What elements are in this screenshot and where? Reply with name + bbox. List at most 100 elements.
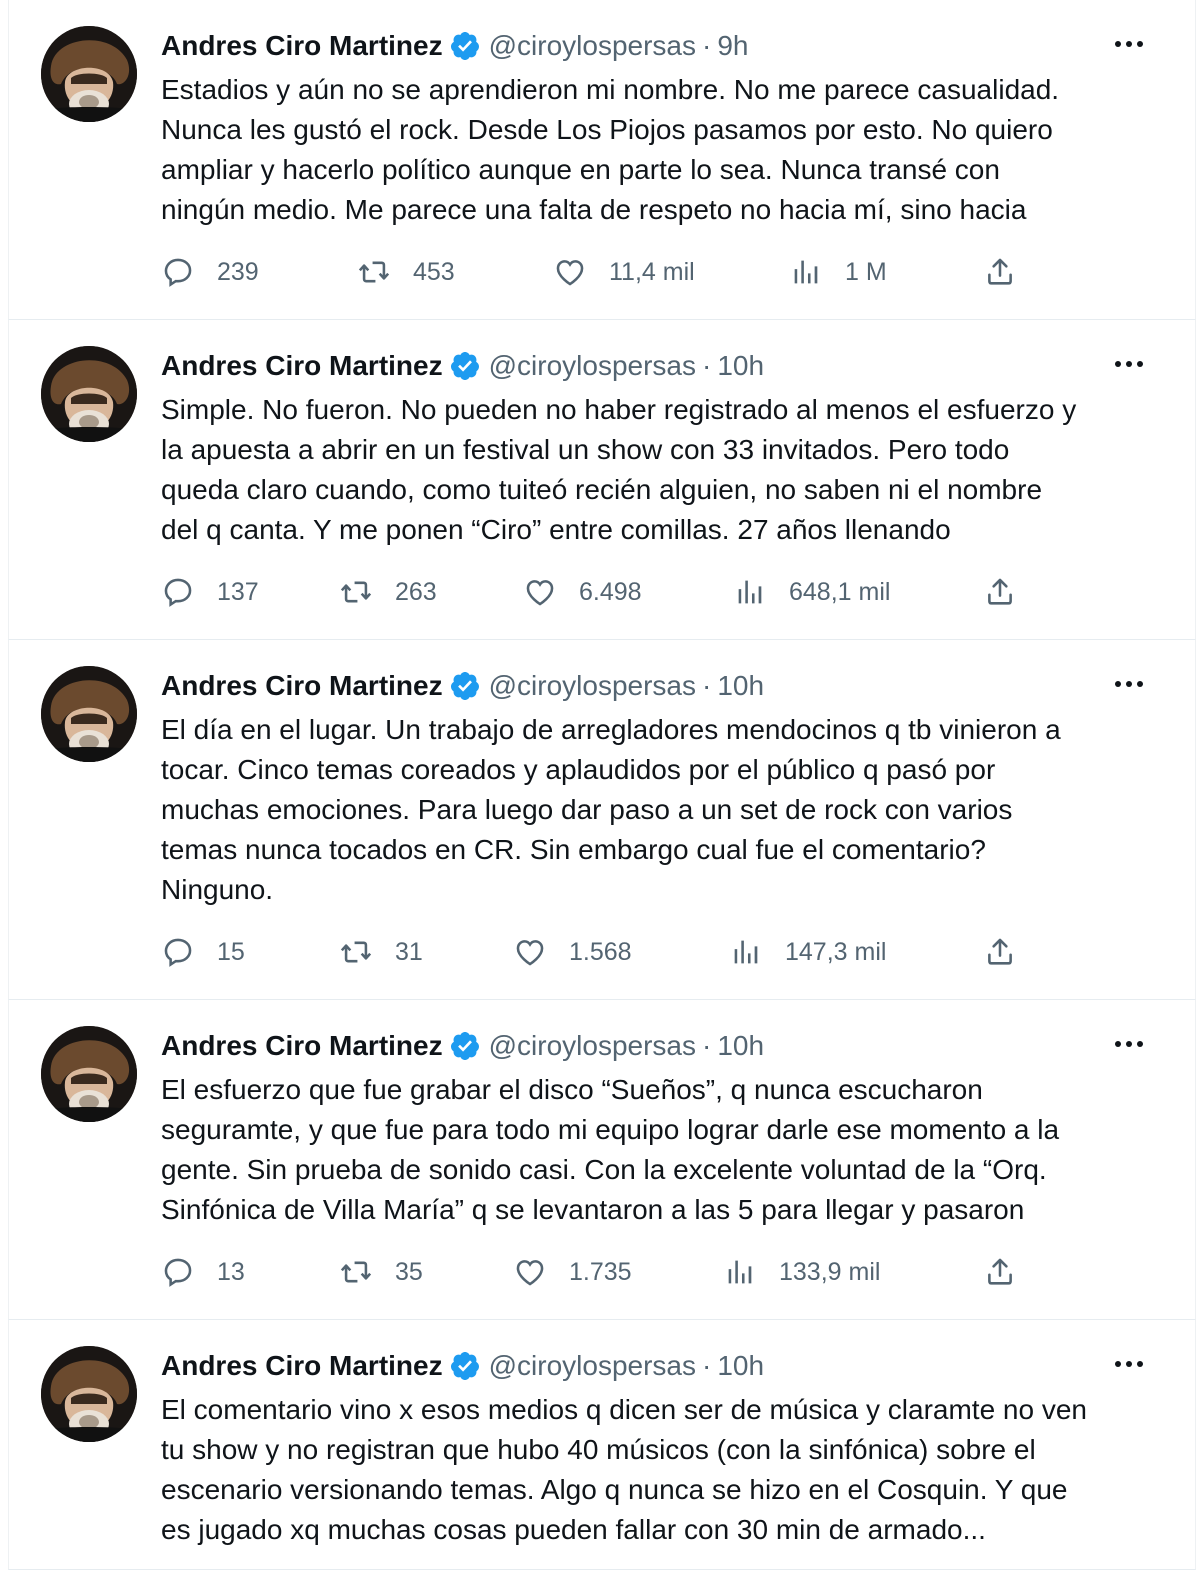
author-name[interactable]: Andres Ciro Martinez bbox=[161, 30, 443, 62]
timestamp[interactable]: 10h bbox=[717, 1350, 764, 1382]
retweet-button[interactable]: 263 bbox=[339, 572, 437, 612]
like-icon bbox=[513, 1255, 547, 1289]
tweet-header: Andres Ciro Martinez @ciroylospersas · 10h bbox=[161, 348, 1155, 384]
views-icon bbox=[789, 255, 823, 289]
reply-icon bbox=[161, 255, 195, 289]
avatar[interactable] bbox=[41, 666, 137, 762]
retweet-icon bbox=[357, 255, 391, 289]
replies-count: 137 bbox=[217, 577, 259, 606]
timestamp[interactable]: 10h bbox=[717, 670, 764, 702]
author-handle[interactable]: @ciroylospersas bbox=[489, 1350, 696, 1382]
tweet-header: Andres Ciro Martinez @ciroylospersas · 10h bbox=[161, 1348, 1155, 1384]
views-icon bbox=[723, 1255, 757, 1289]
more-icon[interactable] bbox=[1109, 664, 1149, 704]
verified-badge-icon bbox=[449, 350, 481, 382]
retweets-count: 263 bbox=[395, 577, 437, 606]
avatar[interactable] bbox=[41, 1026, 137, 1122]
more-icon[interactable] bbox=[1109, 1024, 1149, 1064]
replies-count: 239 bbox=[217, 257, 259, 286]
retweets-count: 453 bbox=[413, 257, 455, 286]
replies-count: 15 bbox=[217, 937, 245, 966]
views-button[interactable]: 133,9 mil bbox=[723, 1252, 880, 1292]
views-icon bbox=[729, 935, 763, 969]
views-button[interactable]: 147,3 mil bbox=[729, 932, 886, 972]
tweet-text: El comentario vino x esos medios q dicen… bbox=[161, 1394, 1087, 1545]
timestamp[interactable]: 9h bbox=[717, 30, 748, 62]
like-icon bbox=[513, 935, 547, 969]
share-button[interactable] bbox=[983, 932, 1017, 972]
verified-badge-icon bbox=[449, 30, 481, 62]
views-count: 147,3 mil bbox=[785, 937, 887, 966]
author-handle[interactable]: @ciroylospersas bbox=[489, 350, 696, 382]
avatar[interactable] bbox=[41, 26, 137, 122]
like-icon bbox=[553, 255, 587, 289]
separator: · bbox=[701, 350, 712, 381]
author-name[interactable]: Andres Ciro Martinez bbox=[161, 350, 443, 382]
reply-button[interactable]: 13 bbox=[161, 1252, 245, 1292]
reply-button[interactable]: 15 bbox=[161, 932, 245, 972]
tweet-header: Andres Ciro Martinez @ciroylospersas · 10h bbox=[161, 668, 1155, 704]
more-icon[interactable] bbox=[1109, 1344, 1149, 1384]
tweet-actions: 137 263 6.498 648,1 mil bbox=[161, 572, 1061, 612]
separator: · bbox=[701, 30, 712, 61]
views-button[interactable]: 1 M bbox=[789, 252, 887, 292]
author-name[interactable]: Andres Ciro Martinez bbox=[161, 1030, 443, 1062]
reply-button[interactable]: 239 bbox=[161, 252, 259, 292]
retweet-icon bbox=[339, 935, 373, 969]
retweet-icon bbox=[339, 1255, 373, 1289]
verified-badge-icon bbox=[449, 1350, 481, 1382]
share-icon bbox=[983, 255, 1017, 289]
tweet-header: Andres Ciro Martinez @ciroylospersas · 9h bbox=[161, 28, 1155, 64]
like-button[interactable]: 11,4 mil bbox=[553, 252, 695, 292]
retweets-count: 35 bbox=[395, 1257, 423, 1286]
like-button[interactable]: 1.735 bbox=[513, 1252, 632, 1292]
timestamp[interactable]: 10h bbox=[717, 350, 764, 382]
share-icon bbox=[983, 575, 1017, 609]
like-button[interactable]: 1.568 bbox=[513, 932, 632, 972]
retweets-count: 31 bbox=[395, 937, 423, 966]
views-count: 1 M bbox=[845, 257, 887, 286]
tweet-actions: 239 453 11,4 mil 1 M bbox=[161, 252, 1061, 292]
views-icon bbox=[733, 575, 767, 609]
views-count: 648,1 mil bbox=[789, 577, 891, 606]
reply-icon bbox=[161, 575, 195, 609]
retweet-button[interactable]: 35 bbox=[339, 1252, 423, 1292]
retweet-button[interactable]: 31 bbox=[339, 932, 423, 972]
likes-count: 11,4 mil bbox=[609, 257, 695, 286]
tweet[interactable]: Andres Ciro Martinez @ciroylospersas · 10h… bbox=[8, 1000, 1196, 1320]
reply-icon bbox=[161, 1255, 195, 1289]
author-handle[interactable]: @ciroylospersas bbox=[489, 30, 696, 62]
tweet-actions: 15 31 1.568 147,3 mil bbox=[161, 932, 1061, 972]
retweet-button[interactable]: 453 bbox=[357, 252, 455, 292]
tweet[interactable]: Andres Ciro Martinez @ciroylospersas · 10h… bbox=[8, 640, 1196, 1000]
share-icon bbox=[983, 1255, 1017, 1289]
verified-badge-icon bbox=[449, 670, 481, 702]
author-name[interactable]: Andres Ciro Martinez bbox=[161, 670, 443, 702]
tweet[interactable]: Andres Ciro Martinez @ciroylospersas · 9h E… bbox=[8, 0, 1196, 320]
share-button[interactable] bbox=[983, 572, 1017, 612]
tweet-text: Simple. No fueron. No pueden no haber re… bbox=[161, 394, 1077, 545]
separator: · bbox=[701, 1030, 712, 1061]
more-icon[interactable] bbox=[1109, 24, 1149, 64]
author-handle[interactable]: @ciroylospersas bbox=[489, 1030, 696, 1062]
share-button[interactable] bbox=[983, 252, 1017, 292]
reply-button[interactable]: 137 bbox=[161, 572, 259, 612]
timestamp[interactable]: 10h bbox=[717, 1030, 764, 1062]
views-button[interactable]: 648,1 mil bbox=[733, 572, 890, 612]
share-button[interactable] bbox=[983, 1252, 1017, 1292]
reply-icon bbox=[161, 935, 195, 969]
tweet[interactable]: Andres Ciro Martinez @ciroylospersas · 10h… bbox=[8, 320, 1196, 640]
like-button[interactable]: 6.498 bbox=[523, 572, 642, 612]
avatar[interactable] bbox=[41, 346, 137, 442]
more-icon[interactable] bbox=[1109, 344, 1149, 384]
likes-count: 1.735 bbox=[569, 1257, 632, 1286]
avatar[interactable] bbox=[41, 1346, 137, 1442]
author-name[interactable]: Andres Ciro Martinez bbox=[161, 1350, 443, 1382]
like-icon bbox=[523, 575, 557, 609]
tweet-text: El esfuerzo que fue grabar el disco “Sue… bbox=[161, 1074, 1060, 1225]
replies-count: 13 bbox=[217, 1257, 245, 1286]
likes-count: 6.498 bbox=[579, 577, 642, 606]
author-handle[interactable]: @ciroylospersas bbox=[489, 670, 696, 702]
verified-badge-icon bbox=[449, 1030, 481, 1062]
tweet[interactable]: Andres Ciro Martinez @ciroylospersas · 10h… bbox=[8, 1320, 1196, 1570]
